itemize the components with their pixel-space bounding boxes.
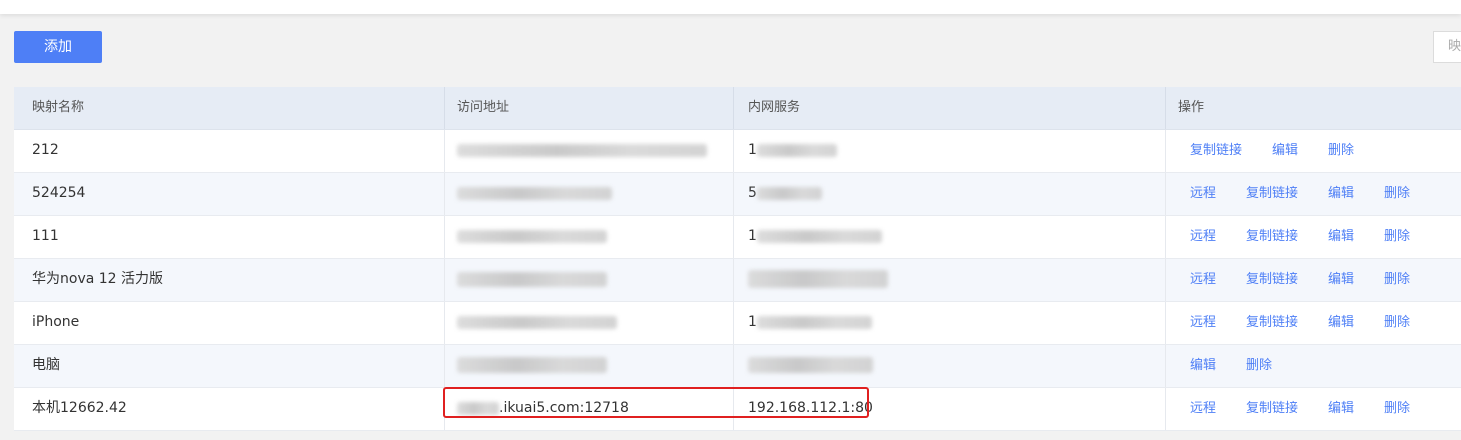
cell-intranet-service: 1	[734, 302, 1166, 344]
redacted-mask	[756, 315, 872, 329]
copy-link-button[interactable]: 复制链接	[1246, 259, 1298, 301]
edit-button[interactable]: 编辑	[1272, 130, 1298, 172]
redacted-mask	[457, 229, 607, 243]
redacted-mask	[748, 270, 888, 288]
cell-mapping-name: 212	[14, 130, 445, 172]
table-row: 212 1 复制链接 编辑 删除	[14, 130, 1461, 173]
delete-button[interactable]: 删除	[1384, 302, 1410, 344]
table-row: 111 1 远程 复制链接 编辑 删除	[14, 216, 1461, 259]
header-mapping-name: 映射名称	[14, 87, 445, 129]
redacted-mask	[457, 357, 607, 373]
cell-actions: 远程 复制链接 编辑 删除	[1166, 259, 1461, 301]
edit-button[interactable]: 编辑	[1328, 173, 1354, 215]
delete-button[interactable]: 删除	[1246, 345, 1272, 387]
cell-intranet-service: 1	[734, 130, 1166, 172]
cell-access-address	[445, 216, 734, 258]
cell-actions: 远程 复制链接 编辑 删除	[1166, 388, 1461, 430]
cell-actions: 远程 复制链接 编辑 删除	[1166, 173, 1461, 215]
redacted-mask	[457, 143, 707, 157]
redacted-mask	[756, 229, 882, 243]
header-access-address: 访问地址	[445, 87, 734, 129]
redacted-mask	[457, 401, 499, 415]
copy-link-button[interactable]: 复制链接	[1246, 216, 1298, 258]
redacted-mask	[756, 186, 822, 200]
cell-access-address: .ikuai5.com:12718	[445, 388, 734, 430]
cell-access-address	[445, 259, 734, 301]
table-row: 电脑 编辑 删除	[14, 345, 1461, 388]
cell-access-address	[445, 345, 734, 387]
delete-button[interactable]: 删除	[1328, 130, 1354, 172]
table-row: 华为nova 12 活力版 远程 复制链接 编辑 删除	[14, 259, 1461, 302]
cell-mapping-name: iPhone	[14, 302, 445, 344]
redacted-mask	[457, 186, 612, 200]
table-row: 524254 5 远程 复制链接 编辑 删除	[14, 173, 1461, 216]
cell-mapping-name: 111	[14, 216, 445, 258]
remote-button[interactable]: 远程	[1190, 388, 1216, 430]
cell-intranet-service	[734, 345, 1166, 387]
redacted-mask	[748, 357, 873, 373]
cell-mapping-name: 电脑	[14, 345, 445, 387]
top-bar	[0, 0, 1461, 14]
cell-intranet-service	[734, 259, 1166, 301]
cell-mapping-name: 本机12662.42	[14, 388, 445, 430]
header-actions: 操作	[1178, 100, 1205, 115]
cell-intranet-service: 192.168.112.1:80	[734, 388, 1166, 430]
header-intranet-service: 内网服务	[734, 87, 1166, 129]
edit-button[interactable]: 编辑	[1328, 388, 1354, 430]
add-button[interactable]: 添加	[14, 31, 102, 63]
cell-actions: 远程 复制链接 编辑 删除	[1166, 302, 1461, 344]
remote-button[interactable]: 远程	[1190, 302, 1216, 344]
cell-access-address	[445, 130, 734, 172]
delete-button[interactable]: 删除	[1384, 259, 1410, 301]
remote-button[interactable]: 远程	[1190, 216, 1216, 258]
copy-link-button[interactable]: 复制链接	[1246, 302, 1298, 344]
delete-button[interactable]: 删除	[1384, 173, 1410, 215]
cell-mapping-name: 华为nova 12 活力版	[14, 259, 445, 301]
remote-button[interactable]: 远程	[1190, 259, 1216, 301]
mapping-table: 映射名称 访问地址 内网服务 操作 212 1 复制链接 编辑 删除 52425…	[14, 87, 1461, 431]
copy-link-button[interactable]: 复制链接	[1246, 173, 1298, 215]
remote-button[interactable]: 远程	[1190, 173, 1216, 215]
cell-mapping-name: 524254	[14, 173, 445, 215]
search-input[interactable]: 映	[1433, 31, 1461, 63]
cell-actions: 复制链接 编辑 删除	[1166, 130, 1461, 172]
cell-access-address	[445, 173, 734, 215]
redacted-mask	[457, 315, 617, 329]
delete-button[interactable]: 删除	[1384, 388, 1410, 430]
cell-access-address	[445, 302, 734, 344]
edit-button[interactable]: 编辑	[1190, 345, 1216, 387]
table-row: iPhone 1 远程 复制链接 编辑 删除	[14, 302, 1461, 345]
edit-button[interactable]: 编辑	[1328, 259, 1354, 301]
cell-intranet-service: 5	[734, 173, 1166, 215]
redacted-mask	[756, 143, 837, 157]
cell-intranet-service: 1	[734, 216, 1166, 258]
table-row: 本机12662.42 .ikuai5.com:12718 192.168.112…	[14, 388, 1461, 431]
cell-actions: 编辑 删除	[1166, 345, 1461, 387]
delete-button[interactable]: 删除	[1384, 216, 1410, 258]
redacted-mask	[457, 271, 607, 287]
edit-button[interactable]: 编辑	[1328, 302, 1354, 344]
cell-actions: 远程 复制链接 编辑 删除	[1166, 216, 1461, 258]
copy-link-button[interactable]: 复制链接	[1190, 130, 1242, 172]
copy-link-button[interactable]: 复制链接	[1246, 388, 1298, 430]
table-header: 映射名称 访问地址 内网服务 操作	[14, 87, 1461, 130]
edit-button[interactable]: 编辑	[1328, 216, 1354, 258]
